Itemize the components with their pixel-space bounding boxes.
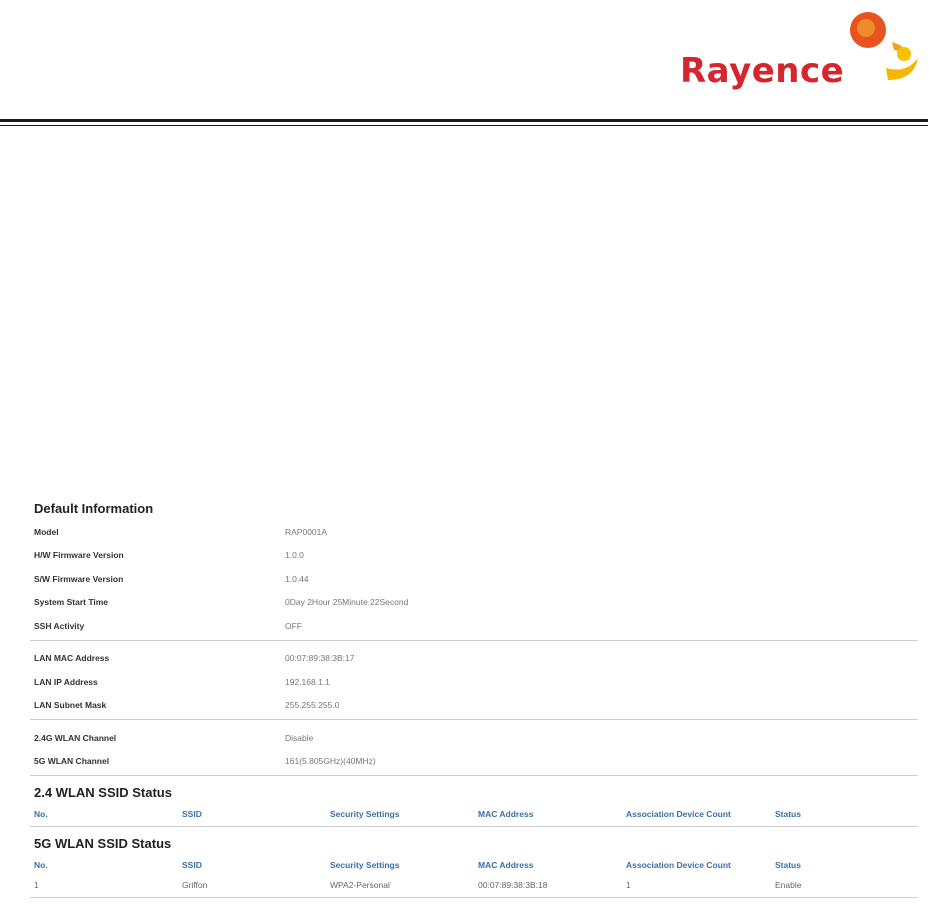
info-value: 161(5.805GHz)(40MHz) xyxy=(285,756,376,767)
col-ssid: SSID xyxy=(182,860,202,870)
wlan24-table-header: No. SSID Security Settings MAC Address A… xyxy=(30,804,918,824)
section-divider xyxy=(30,775,918,776)
header-divider-thick xyxy=(0,119,928,122)
info-value: OFF xyxy=(285,620,302,631)
info-label: LAN MAC Address xyxy=(34,653,110,664)
cell-security: WPA2-Personal xyxy=(330,880,390,890)
info-row-sw-firmware: S/W Firmware Version 1.0.44 xyxy=(30,567,918,591)
col-mac: MAC Address xyxy=(478,809,534,819)
info-row-24g-channel: 2.4G WLAN Channel Disable xyxy=(30,726,918,750)
info-group-wlan: 2.4G WLAN Channel Disable 5G WLAN Channe… xyxy=(30,726,918,773)
info-value: 0Day 2Hour 25Minute 22Second xyxy=(285,597,409,608)
section-divider xyxy=(30,897,918,898)
info-row-lan-mac: LAN MAC Address 00:07:89:38:3B:17 xyxy=(30,647,918,671)
info-row-hw-firmware: H/W Firmware Version 1.0.0 xyxy=(30,544,918,568)
info-row-lan-subnet: LAN Subnet Mask 255.255.255.0 xyxy=(30,694,918,718)
rayence-logo: Rayence xyxy=(676,6,921,96)
info-value: RAP0001A xyxy=(285,526,328,537)
section-divider xyxy=(30,719,918,720)
header-divider-thin xyxy=(0,125,928,126)
col-status: Status xyxy=(775,809,801,819)
default-info-title: Default Information xyxy=(34,501,154,516)
info-value: 255.255.255.0 xyxy=(285,700,340,711)
logo-swirl-icon xyxy=(850,12,918,80)
col-security: Security Settings xyxy=(330,860,400,870)
col-status: Status xyxy=(775,860,801,870)
cell-no: 1 xyxy=(34,880,39,890)
info-value: 1.0.0 xyxy=(285,550,304,561)
info-label: SSH Activity xyxy=(34,620,85,631)
info-label: 2.4G WLAN Channel xyxy=(34,732,117,743)
info-value: 1.0.44 xyxy=(285,573,309,584)
info-row-model: Model RAP0001A xyxy=(30,520,918,544)
section-divider xyxy=(30,639,918,641)
col-security: Security Settings xyxy=(330,809,400,819)
status-panel: Default Information Model RAP0001A H/W F… xyxy=(30,498,918,904)
col-no: No. xyxy=(34,860,48,870)
col-assoc-count: Association Device Count xyxy=(626,809,731,819)
info-label: S/W Firmware Version xyxy=(34,573,124,584)
cell-assoc-count: 1 xyxy=(626,880,631,890)
info-row-5g-channel: 5G WLAN Channel 161(5.805GHz)(40MHz) xyxy=(30,750,918,774)
info-group-device: Model RAP0001A H/W Firmware Version 1.0.… xyxy=(30,520,918,638)
col-no: No. xyxy=(34,809,48,819)
wlan5-table-header: No. SSID Security Settings MAC Address A… xyxy=(30,855,918,875)
col-assoc-count: Association Device Count xyxy=(626,860,731,870)
section-divider xyxy=(30,826,918,827)
cell-mac: 00:07:89:38:3B:18 xyxy=(478,880,548,890)
info-label: LAN IP Address xyxy=(34,676,98,687)
logo-wordmark: Rayence xyxy=(680,51,845,91)
info-group-lan: LAN MAC Address 00:07:89:38:3B:17 LAN IP… xyxy=(30,647,918,718)
info-row-lan-ip: LAN IP Address 192.168.1.1 xyxy=(30,670,918,694)
info-label: 5G WLAN Channel xyxy=(34,756,110,767)
cell-status: Enable xyxy=(775,880,802,890)
info-value: 192.168.1.1 xyxy=(285,676,330,687)
info-row-start-time: System Start Time 0Day 2Hour 25Minute 22… xyxy=(30,591,918,615)
col-ssid: SSID xyxy=(182,809,202,819)
info-row-ssh: SSH Activity OFF xyxy=(30,614,918,638)
table-row: 1 Griffon WPA2-Personal 00:07:89:38:3B:1… xyxy=(30,875,918,895)
wlan5-ssid-title: 5G WLAN SSID Status xyxy=(34,836,172,851)
info-label: Model xyxy=(34,526,59,537)
info-value: Disable xyxy=(285,732,314,743)
wlan24-ssid-title: 2.4 WLAN SSID Status xyxy=(34,785,172,800)
col-mac: MAC Address xyxy=(478,860,534,870)
cell-ssid: Griffon xyxy=(182,880,208,890)
info-value: 00:07:89:38:3B:17 xyxy=(285,653,355,664)
info-label: System Start Time xyxy=(34,597,109,608)
info-label: H/W Firmware Version xyxy=(34,550,124,561)
info-label: LAN Subnet Mask xyxy=(34,700,107,711)
